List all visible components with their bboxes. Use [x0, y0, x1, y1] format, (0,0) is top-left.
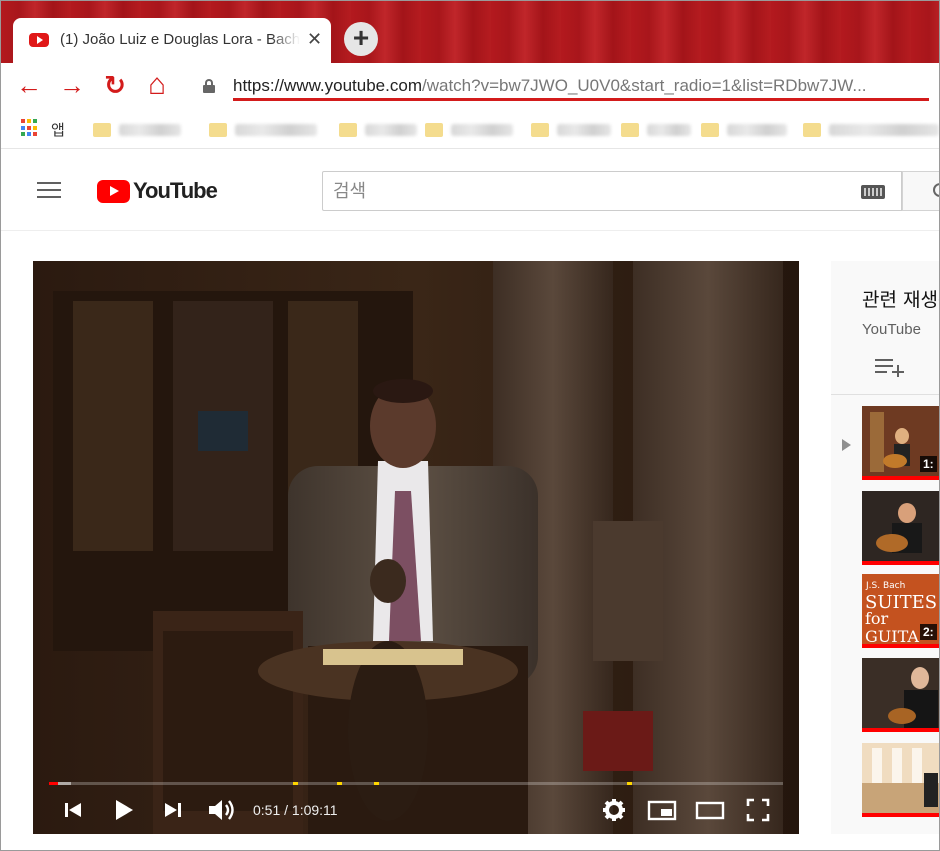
related-playlist-panel: 관련 재생목록 YouTube 1:	[831, 261, 939, 834]
bookmark-item[interactable]	[803, 122, 939, 138]
watched-progress	[862, 813, 939, 817]
new-tab-button[interactable]: +	[344, 22, 378, 56]
youtube-play-logo-icon	[97, 179, 130, 203]
tab-close-icon[interactable]: ✕	[307, 29, 322, 49]
folder-icon	[339, 123, 357, 137]
youtube-logo-text: YouTube	[133, 178, 218, 203]
previous-icon[interactable]	[61, 796, 85, 824]
time-display: 0:51 / 1:09:11	[253, 802, 338, 818]
progress-played	[49, 782, 59, 785]
search-icon	[933, 183, 939, 197]
fullscreen-icon[interactable]	[745, 796, 771, 824]
search-input[interactable]	[333, 178, 853, 204]
now-playing-icon	[842, 439, 851, 451]
playlist-owner[interactable]: YouTube	[862, 321, 921, 338]
folder-icon	[803, 123, 821, 137]
bookmark-item[interactable]	[93, 122, 181, 138]
url-underline	[233, 98, 929, 101]
youtube-logo[interactable]: YouTube	[97, 178, 218, 204]
progress-bar[interactable]	[49, 782, 783, 785]
playlist-item-thumbnail[interactable]: 1:	[862, 406, 939, 480]
apps-label[interactable]: 앱	[51, 119, 65, 140]
folder-icon	[209, 123, 227, 137]
lock-icon[interactable]	[203, 79, 215, 93]
svg-text:J.S. Bach: J.S. Bach	[865, 581, 905, 591]
watched-progress	[862, 561, 939, 565]
folder-icon	[425, 123, 443, 137]
progress-marker	[374, 782, 379, 785]
progress-marker	[337, 782, 342, 785]
keyboard-icon[interactable]	[861, 185, 885, 199]
watched-progress	[862, 644, 939, 648]
watched-progress	[862, 728, 939, 732]
folder-icon	[701, 123, 719, 137]
forward-button[interactable]: →	[58, 71, 86, 99]
url-text: https://www.youtube.com/watch?v=bw7JWO_U…	[233, 76, 867, 95]
folder-icon	[621, 123, 639, 137]
bookmark-item[interactable]	[339, 122, 417, 138]
progress-marker	[627, 782, 632, 785]
theater-mode-icon[interactable]	[695, 796, 725, 824]
video-duration: 1:	[920, 456, 937, 472]
next-icon[interactable]	[161, 796, 185, 824]
video-duration: 2:	[920, 624, 937, 640]
browser-window: (1) João Luiz e Douglas Lora - Bach ✕ + …	[0, 0, 940, 851]
concert-hall-image	[862, 743, 939, 817]
search-box[interactable]	[322, 171, 902, 211]
watched-progress	[862, 476, 939, 480]
progress-marker	[293, 782, 298, 785]
tab-title: (1) João Luiz e Douglas Lora - Bach	[60, 31, 300, 48]
playlist-item-thumbnail[interactable]: J.S. Bach SUITES for GUITA 2:	[862, 574, 939, 648]
playlist-item-thumbnail[interactable]	[862, 491, 939, 565]
bookmark-item[interactable]	[425, 122, 513, 138]
address-bar[interactable]: https://www.youtube.com/watch?v=bw7JWO_U…	[193, 69, 939, 105]
play-icon[interactable]	[111, 796, 137, 824]
bookmark-item[interactable]	[621, 122, 691, 138]
menu-icon[interactable]	[37, 182, 61, 200]
video-player[interactable]: 0:51 / 1:09:11	[33, 261, 799, 834]
browser-toolbar: ← → ↻ ⌂ https://www.youtube.com/watch?v=…	[1, 63, 939, 109]
folder-icon	[93, 123, 111, 137]
back-button[interactable]: ←	[15, 71, 43, 99]
add-to-playlist-icon[interactable]	[875, 357, 904, 377]
bookmark-item[interactable]	[531, 122, 611, 138]
search-button[interactable]	[902, 171, 939, 211]
guitarist-image	[862, 491, 939, 565]
home-button[interactable]: ⌂	[143, 70, 171, 100]
bookmark-item[interactable]	[209, 122, 317, 138]
tab-strip: (1) João Luiz e Douglas Lora - Bach ✕ +	[1, 1, 939, 63]
youtube-favicon-icon	[29, 33, 49, 47]
svg-text:for: for	[865, 609, 889, 628]
miniplayer-icon[interactable]	[647, 796, 677, 824]
bookmarks-bar: 앱	[1, 109, 939, 149]
apps-grid-icon[interactable]	[21, 119, 39, 137]
reload-button[interactable]: ↻	[101, 71, 129, 99]
divider	[831, 394, 939, 395]
volume-icon[interactable]	[206, 796, 238, 824]
playlist-title[interactable]: 관련 재생목록	[862, 285, 939, 312]
folder-icon	[531, 123, 549, 137]
tab-active[interactable]: (1) João Luiz e Douglas Lora - Bach ✕	[13, 18, 331, 63]
playlist-item-thumbnail[interactable]	[862, 658, 939, 732]
bookmark-item[interactable]	[701, 122, 787, 138]
guitarist-image	[862, 658, 939, 732]
youtube-masthead: YouTube	[1, 151, 939, 231]
settings-gear-icon[interactable]	[601, 796, 627, 824]
playlist-item-thumbnail[interactable]	[862, 743, 939, 817]
video-frame	[33, 261, 799, 834]
